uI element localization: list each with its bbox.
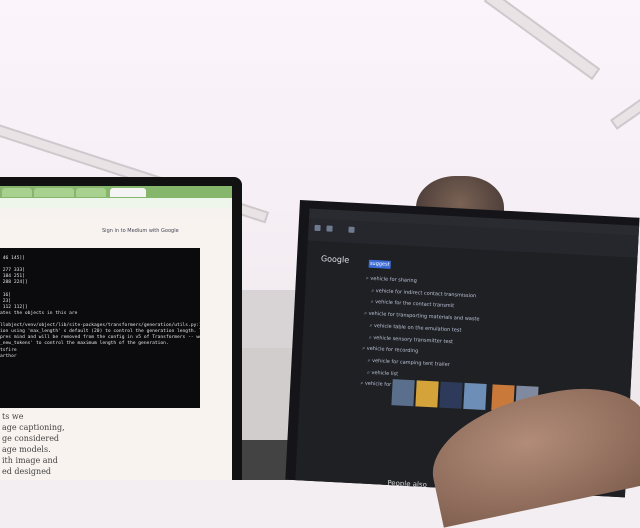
browser-tab[interactable] — [76, 188, 106, 197]
image-thumbnail[interactable] — [463, 382, 487, 410]
terminal-output: 46 145]] 277 333] 184 251] 288 224]] 16]… — [0, 248, 200, 408]
image-thumbnail[interactable] — [391, 379, 415, 407]
document-line: age models. — [2, 445, 51, 454]
left-laptop-screen: Sign in to Medium with Google 46 145]] 2… — [0, 186, 232, 480]
sign-in-popup[interactable]: Sign in to Medium with Google — [102, 228, 214, 238]
document-text: ts we age captioning, ge considered age mod… — [0, 411, 232, 480]
toolbar-icon[interactable] — [348, 226, 355, 233]
toolbar-icon[interactable] — [314, 224, 321, 232]
browser-tab-bar — [0, 186, 232, 198]
address-bar[interactable] — [0, 198, 232, 208]
toolbar-icon[interactable] — [326, 225, 333, 232]
terminal-line: arthor — [0, 353, 17, 359]
image-thumbnail[interactable] — [439, 381, 463, 409]
document-line: ts we — [2, 412, 24, 421]
document-line: age captioning, — [2, 423, 65, 432]
document-line: ed designed — [2, 467, 52, 476]
google-logo[interactable]: Google — [321, 254, 350, 264]
browser-tab[interactable] — [2, 188, 32, 197]
bookmarks-bar — [0, 208, 232, 218]
browser-tab-active[interactable] — [110, 188, 146, 197]
image-thumbnail[interactable] — [415, 380, 439, 408]
people-also-heading: People also — [387, 478, 428, 490]
browser-tab[interactable] — [34, 188, 74, 197]
document-line: ith image and — [2, 456, 58, 465]
search-query[interactable]: suggest — [368, 259, 391, 269]
suggestion-list: ⌕ vehicle for sharing ⌕ vehicle for indir… — [360, 274, 481, 397]
document-line: ge considered — [2, 434, 60, 443]
